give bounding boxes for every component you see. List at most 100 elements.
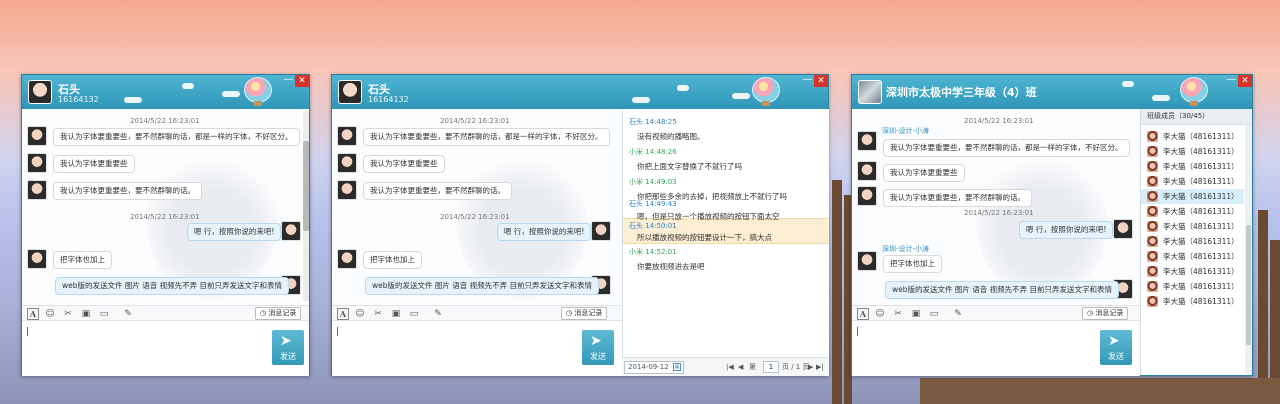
minimize-button[interactable]: — bbox=[1225, 75, 1238, 87]
message-bubble: web版的发送文件 图片 语音 视频先不弄 目前只弄发送文字和表情 bbox=[885, 281, 1120, 299]
member-avatar bbox=[1147, 266, 1158, 277]
message-bubble: 嗯 行，按照你说的来吧! bbox=[187, 223, 282, 241]
balloon-decoration bbox=[1180, 77, 1208, 103]
message-history-button[interactable]: ◷ 消息记录 bbox=[1082, 307, 1129, 320]
page-number-input[interactable]: 1 bbox=[763, 361, 779, 373]
member-item[interactable]: 李大猫（48161311） bbox=[1141, 294, 1244, 309]
send-label: 发送 bbox=[590, 352, 606, 361]
avatar[interactable] bbox=[338, 80, 362, 104]
member-item[interactable]: 李大猫（48161311） bbox=[1141, 204, 1244, 219]
scroll-thumb[interactable] bbox=[303, 141, 309, 231]
image-icon[interactable]: ▣ bbox=[80, 308, 92, 320]
scissors-icon[interactable]: ✂ bbox=[892, 308, 904, 320]
message-bubble: 我认为字体更重要些 bbox=[53, 155, 135, 173]
avatar bbox=[857, 161, 877, 181]
avatar bbox=[1113, 219, 1133, 239]
message-history-button[interactable]: ◷ 消息记录 bbox=[255, 307, 302, 320]
scissors-icon[interactable]: ✂ bbox=[372, 308, 384, 320]
message-history-button[interactable]: ◷ 消息记录 bbox=[561, 307, 608, 320]
brush-icon[interactable]: ✎ bbox=[122, 308, 134, 320]
font-icon[interactable]: A bbox=[27, 308, 39, 320]
message-bubble: 我认为字体要重要些，要不然群聊的话，都是一样的字体，不好区分。 bbox=[53, 128, 300, 146]
minimize-button[interactable]: — bbox=[801, 75, 814, 87]
send-label: 发送 bbox=[1108, 352, 1124, 361]
close-button[interactable]: ✕ bbox=[814, 75, 828, 87]
timestamp: 2014/5/22 16:23:01 bbox=[130, 213, 200, 221]
message-bubble: 我认为字体要重要些，要不然群聊的话，都是一样的字体，不好区分。 bbox=[883, 139, 1130, 157]
sender-name: 深圳-设计-小涛 bbox=[882, 127, 930, 135]
timestamp: 2014/5/22 16:23:01 bbox=[440, 117, 510, 125]
font-icon[interactable]: A bbox=[337, 308, 349, 320]
close-button[interactable]: ✕ bbox=[1238, 75, 1252, 87]
message-input[interactable]: | bbox=[332, 321, 622, 376]
prev-page-button[interactable]: ◀ bbox=[738, 362, 743, 373]
font-icon[interactable]: A bbox=[857, 308, 869, 320]
message-history-label: 消息记录 bbox=[1095, 309, 1124, 317]
avatar bbox=[857, 251, 877, 271]
member-avatar bbox=[1147, 281, 1158, 292]
next-page-button[interactable]: ▶ bbox=[808, 362, 813, 373]
member-list-header: 班级成员（30/45） bbox=[1141, 109, 1252, 125]
chat-area: 2014/5/22 16:23:01 我认为字体要重要些，要不然群聊的话，都是一… bbox=[332, 109, 622, 305]
history-panel: 石头 14:48:25 没有视频的播略图。 小米 14:48:26 你把上面文字… bbox=[622, 109, 829, 357]
group-name: 深圳市太极中学三年级（4）班 bbox=[886, 86, 1037, 99]
member-item[interactable]: 李大猫（48161311） bbox=[1141, 159, 1244, 174]
title-bar[interactable]: 石头 16164132 — ✕ bbox=[22, 75, 309, 109]
history-message: 没有视频的播略图。 bbox=[637, 132, 705, 141]
send-button[interactable]: ➤ 发送 bbox=[582, 330, 614, 365]
member-item[interactable]: 李大猫（48161311） bbox=[1141, 234, 1244, 249]
first-page-button[interactable]: |◀ bbox=[726, 362, 734, 373]
member-item[interactable]: 李大猫（48161311） bbox=[1141, 219, 1244, 234]
image-icon[interactable]: ▣ bbox=[910, 308, 922, 320]
scissors-icon[interactable]: ✂ bbox=[62, 308, 74, 320]
cloud-decoration bbox=[677, 85, 689, 91]
minimize-button[interactable]: — bbox=[282, 75, 295, 87]
folder-icon[interactable]: ▭ bbox=[408, 308, 420, 320]
image-icon[interactable]: ▣ bbox=[390, 308, 402, 320]
avatar bbox=[281, 221, 301, 241]
member-list-panel: 班级成员（30/45） 李大猫（48161311） 李大猫（48161311） … bbox=[1140, 109, 1252, 375]
cloud-decoration bbox=[124, 97, 142, 103]
brush-icon[interactable]: ✎ bbox=[952, 308, 964, 320]
date-value: 2014-09-12 bbox=[628, 363, 669, 371]
chat-scrollbar[interactable] bbox=[303, 111, 309, 301]
scroll-thumb[interactable] bbox=[1246, 225, 1251, 345]
member-item[interactable]: 李大猫（48161311） bbox=[1141, 249, 1244, 264]
history-header: 小米 14:52:01 bbox=[629, 248, 677, 256]
avatar bbox=[337, 126, 357, 146]
date-picker[interactable]: 2014-09-12 ▦ bbox=[624, 361, 684, 374]
emoji-icon[interactable]: ☺ bbox=[44, 308, 56, 320]
member-item[interactable]: 李大猫（48161311） bbox=[1141, 174, 1244, 189]
message-input[interactable]: | bbox=[22, 321, 309, 376]
member-item[interactable]: 李大猫（48161311） bbox=[1141, 144, 1244, 159]
member-avatar bbox=[1147, 146, 1158, 157]
message-history-label: 消息记录 bbox=[574, 309, 603, 317]
send-button[interactable]: ➤ 发送 bbox=[1100, 330, 1132, 365]
member-list-scrollbar[interactable] bbox=[1245, 125, 1252, 375]
send-button[interactable]: ➤ 发送 bbox=[272, 330, 304, 365]
member-item[interactable]: 李大猫（48161311） bbox=[1141, 279, 1244, 294]
paper-plane-icon: ➤ bbox=[1108, 333, 1120, 349]
avatar bbox=[27, 153, 47, 173]
title-bar[interactable]: 深圳市太极中学三年级（4）班 — ✕ bbox=[852, 75, 1252, 109]
group-logo[interactable] bbox=[858, 80, 882, 104]
timestamp: 2014/5/22 16:23:01 bbox=[964, 117, 1034, 125]
brush-icon[interactable]: ✎ bbox=[432, 308, 444, 320]
emoji-icon[interactable]: ☺ bbox=[354, 308, 366, 320]
history-message: 你把上面文字替换了不就行了吗 bbox=[637, 162, 742, 171]
member-item[interactable]: 李大猫（48161311） bbox=[1141, 129, 1244, 144]
folder-icon[interactable]: ▭ bbox=[928, 308, 940, 320]
group-chat-window: 深圳市太极中学三年级（4）班 — ✕ 2014/5/22 16:23:01 深圳… bbox=[851, 74, 1253, 376]
avatar[interactable] bbox=[28, 80, 52, 104]
last-page-button[interactable]: ▶| bbox=[816, 362, 824, 373]
title-bar[interactable]: 石头 16164132 — ✕ bbox=[332, 75, 828, 109]
member-item[interactable]: 李大猫（48161311） bbox=[1141, 264, 1244, 279]
folder-icon[interactable]: ▭ bbox=[98, 308, 110, 320]
close-button[interactable]: ✕ bbox=[295, 75, 309, 87]
emoji-icon[interactable]: ☺ bbox=[874, 308, 886, 320]
calendar-icon[interactable]: ▦ bbox=[673, 363, 681, 371]
member-item-selected[interactable]: 李大猫（48161311） bbox=[1141, 189, 1244, 204]
avatar bbox=[337, 249, 357, 269]
message-input[interactable]: | bbox=[852, 321, 1140, 376]
page-total: 页 / 1 页 bbox=[782, 363, 810, 371]
